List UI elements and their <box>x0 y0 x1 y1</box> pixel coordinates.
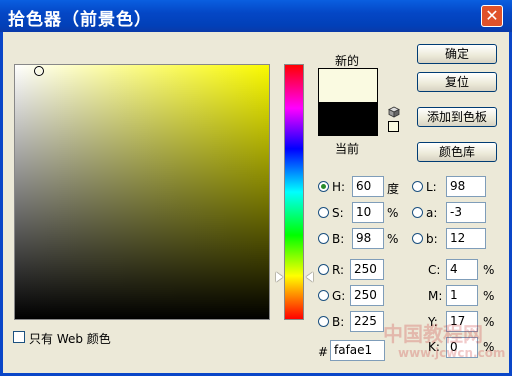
current-color-swatch[interactable] <box>318 102 378 136</box>
rgb-b-input[interactable]: 225 <box>350 311 384 332</box>
close-icon: ✕ <box>485 6 499 25</box>
radio-h[interactable] <box>318 181 329 192</box>
add-to-swatches-button[interactable]: 添加到色板 <box>417 107 497 127</box>
s-label: S: <box>332 206 344 220</box>
radio-lab-b[interactable] <box>412 233 423 244</box>
close-button[interactable]: ✕ <box>481 5 503 27</box>
radio-r[interactable] <box>318 264 329 275</box>
r-label: R: <box>332 263 345 277</box>
dialog-title: 拾色器（前景色） <box>8 10 152 30</box>
a-input[interactable]: -3 <box>446 202 486 223</box>
web-safe-swatch[interactable] <box>388 121 399 132</box>
watermark-url: www.jcwcn.com <box>398 346 506 360</box>
s-unit: % <box>387 206 399 220</box>
web-only-label: 只有 Web 颜色 <box>29 332 111 346</box>
s-input[interactable]: 10 <box>352 202 384 223</box>
radio-s[interactable] <box>318 207 329 218</box>
hue-slider-left-arrow-icon[interactable] <box>276 272 283 282</box>
h-input[interactable]: 60 <box>352 176 384 197</box>
g-input[interactable]: 250 <box>350 285 384 306</box>
hex-input[interactable]: fafae1 <box>330 340 385 361</box>
radio-a[interactable] <box>412 207 423 218</box>
hue-slider[interactable] <box>284 64 304 320</box>
watermark-logo-text: 中国教程网 <box>383 322 483 346</box>
c-unit: % <box>483 263 495 277</box>
b-unit: % <box>387 232 399 246</box>
radio-rgb-b[interactable] <box>318 316 329 327</box>
c-label: C: <box>428 263 441 277</box>
color-libraries-button[interactable]: 颜色库 <box>417 142 497 162</box>
title-bar: 拾色器（前景色） ✕ <box>0 0 512 32</box>
ok-button[interactable]: 确定 <box>417 44 497 64</box>
c-input[interactable]: 4 <box>446 259 478 280</box>
lab-b-input[interactable]: 12 <box>446 228 486 249</box>
h-label: H: <box>332 180 346 194</box>
new-color-swatch <box>318 68 378 102</box>
reset-button[interactable]: 复位 <box>417 72 497 92</box>
hex-label: # <box>318 345 329 359</box>
radio-g[interactable] <box>318 290 329 301</box>
hue-slider-right-arrow-icon[interactable] <box>306 272 313 282</box>
m-input[interactable]: 1 <box>446 285 478 306</box>
color-field[interactable] <box>14 64 270 320</box>
current-color-label: 当前 <box>335 142 360 156</box>
color-picker-cursor[interactable] <box>34 66 44 76</box>
b-input[interactable]: 98 <box>352 228 384 249</box>
new-color-label: 新的 <box>335 54 360 68</box>
web-only-checkbox[interactable] <box>13 331 25 343</box>
r-input[interactable]: 250 <box>350 259 384 280</box>
l-label: L: <box>426 180 437 194</box>
y-unit: % <box>483 315 495 329</box>
radio-l[interactable] <box>412 181 423 192</box>
gamut-cube-icon[interactable] <box>388 106 400 118</box>
b-label: B: <box>332 232 345 246</box>
a-label: a: <box>426 206 438 220</box>
rgb-b-label: B: <box>332 315 345 329</box>
m-unit: % <box>483 289 495 303</box>
m-label: M: <box>428 289 443 303</box>
h-unit: 度 <box>387 182 400 196</box>
l-input[interactable]: 98 <box>446 176 486 197</box>
lab-b-label: b: <box>426 232 438 246</box>
radio-b[interactable] <box>318 233 329 244</box>
g-label: G: <box>332 289 346 303</box>
